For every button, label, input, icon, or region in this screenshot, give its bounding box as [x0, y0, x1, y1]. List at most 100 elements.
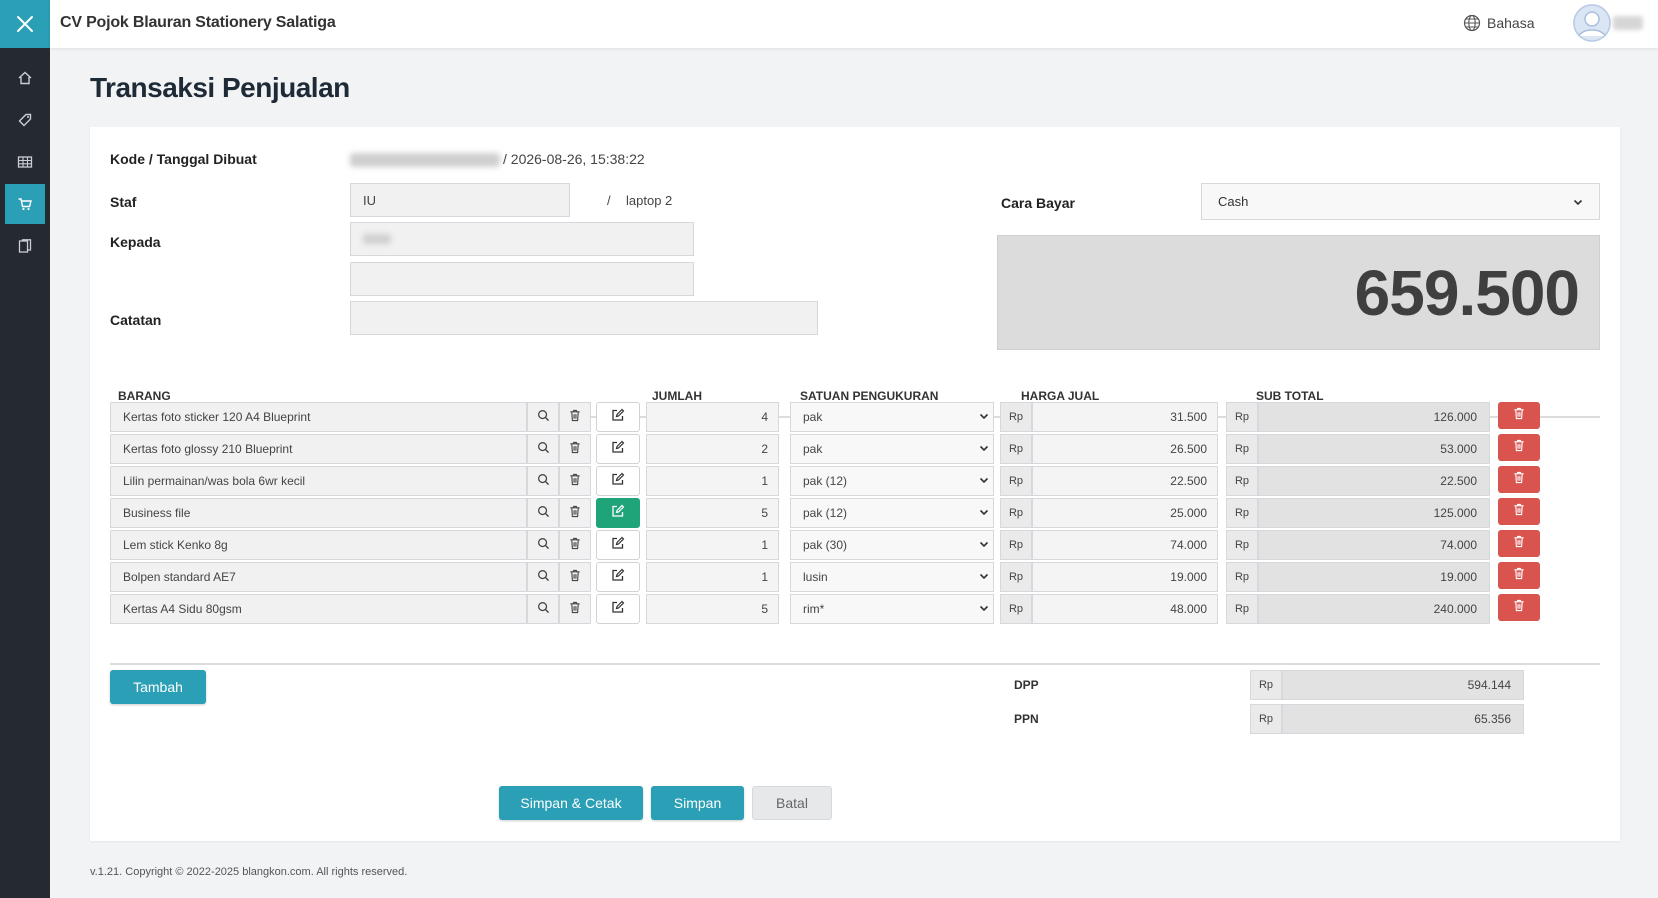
edit-item-button[interactable] [596, 466, 640, 496]
price-input[interactable]: 19.000 [1032, 562, 1218, 592]
item-name-field[interactable]: Lilin permainan/was bola 6wr kecil [110, 466, 527, 496]
clear-item-button[interactable] [559, 466, 591, 496]
kepada-extra-field[interactable] [350, 262, 694, 296]
search-item-button[interactable] [527, 434, 559, 464]
edit-item-button[interactable] [596, 530, 640, 560]
simpan-button[interactable]: Simpan [651, 786, 744, 820]
quantity-input[interactable]: 1 [646, 466, 779, 496]
sales-form-card: Kode / Tanggal Dibuat / 2026-08-26, 15:3… [90, 127, 1620, 841]
edit-item-button[interactable] [596, 594, 640, 624]
search-item-button[interactable] [527, 530, 559, 560]
edit-icon [611, 600, 625, 619]
delete-row-button[interactable] [1498, 594, 1540, 621]
unit-select[interactable]: rim* [790, 594, 994, 624]
chevron-down-icon [979, 506, 989, 520]
item-name-field[interactable]: Kertas foto glossy 210 Blueprint [110, 434, 527, 464]
unit-select[interactable]: pak [790, 402, 994, 432]
trash-icon [569, 409, 581, 425]
item-name: Kertas foto glossy 210 Blueprint [123, 442, 293, 456]
language-selector[interactable]: Bahasa [1463, 14, 1534, 32]
close-sidebar-button[interactable] [0, 0, 50, 48]
sidebar-item-home[interactable] [5, 58, 45, 98]
delete-row-button[interactable] [1498, 530, 1540, 557]
price-input[interactable]: 31.500 [1032, 402, 1218, 432]
sidebar-item-table[interactable] [5, 142, 45, 182]
sidebar-item-tag[interactable] [5, 100, 45, 140]
clear-item-button[interactable] [559, 594, 591, 624]
price-input[interactable]: 26.500 [1032, 434, 1218, 464]
unit-select[interactable]: pak (12) [790, 498, 994, 528]
edit-item-button[interactable] [596, 434, 640, 464]
batal-button[interactable]: Batal [752, 786, 832, 820]
price-currency: Rp [1000, 562, 1032, 592]
search-item-button[interactable] [527, 402, 559, 432]
item-name-field[interactable]: Bolpen standard AE7 [110, 562, 527, 592]
subtotal-currency: Rp [1226, 402, 1258, 432]
quantity-input[interactable]: 1 [646, 562, 779, 592]
grand-total: 659.500 [1354, 256, 1580, 329]
unit-select[interactable]: pak (12) [790, 466, 994, 496]
edit-icon [611, 504, 625, 523]
footer: v.1.21. Copyright © 2022-2025 blangkon.c… [90, 866, 408, 878]
quantity-input[interactable]: 5 [646, 594, 779, 624]
edit-item-button[interactable] [596, 402, 640, 432]
price-input[interactable]: 74.000 [1032, 530, 1218, 560]
quantity-input[interactable]: 4 [646, 402, 779, 432]
sidebar-item-sales[interactable] [5, 184, 45, 224]
quantity-input[interactable]: 5 [646, 498, 779, 528]
clear-item-button[interactable] [559, 530, 591, 560]
table-row: Kertas A4 Sidu 80gsm 5 rim* Rp 48.000 Rp 240.0… [90, 594, 1620, 624]
chevron-down-icon [979, 602, 989, 616]
edit-icon [611, 472, 625, 491]
trash-icon [569, 441, 581, 457]
edit-icon [611, 568, 625, 587]
avatar[interactable] [1573, 4, 1611, 42]
cara-bayar-select[interactable]: Cash [1201, 183, 1600, 220]
price-input[interactable]: 48.000 [1032, 594, 1218, 624]
trash-icon [569, 537, 581, 553]
clear-item-button[interactable] [559, 498, 591, 528]
chevron-down-icon [979, 538, 989, 552]
globe-icon [1463, 14, 1481, 32]
delete-row-button[interactable] [1498, 466, 1540, 493]
catatan-label: Catatan [110, 312, 162, 328]
catatan-field[interactable] [350, 301, 818, 335]
delete-row-button[interactable] [1498, 434, 1540, 461]
item-name-field[interactable]: Business file [110, 498, 527, 528]
quantity-input[interactable]: 2 [646, 434, 779, 464]
edit-item-button[interactable] [596, 562, 640, 592]
search-item-button[interactable] [527, 498, 559, 528]
tambah-button[interactable]: Tambah [110, 670, 206, 704]
delete-row-button[interactable] [1498, 402, 1540, 429]
trash-icon [569, 505, 581, 521]
clear-item-button[interactable] [559, 434, 591, 464]
search-item-button[interactable] [527, 466, 559, 496]
edit-item-button[interactable] [596, 498, 640, 528]
simpan-cetak-button[interactable]: Simpan & Cetak [499, 786, 643, 820]
clear-item-button[interactable] [559, 402, 591, 432]
page-title: Transaksi Penjualan [90, 72, 350, 103]
kepada-field[interactable] [350, 222, 694, 256]
search-icon [537, 441, 550, 457]
customer-name-redacted [363, 234, 391, 244]
item-name: Business file [123, 506, 191, 520]
sidebar-item-report[interactable] [5, 226, 45, 266]
trash-icon [1513, 535, 1525, 553]
search-item-button[interactable] [527, 594, 559, 624]
item-name-field[interactable]: Lem stick Kenko 8g [110, 530, 527, 560]
item-name-field[interactable]: Kertas A4 Sidu 80gsm [110, 594, 527, 624]
table-row: Kertas foto sticker 120 A4 Blueprint 4 pak… [90, 402, 1620, 432]
quantity-input[interactable]: 1 [646, 530, 779, 560]
unit-select[interactable]: pak [790, 434, 994, 464]
search-item-button[interactable] [527, 562, 559, 592]
item-name-field[interactable]: Kertas foto sticker 120 A4 Blueprint [110, 402, 527, 432]
price-input[interactable]: 25.000 [1032, 498, 1218, 528]
unit-select[interactable]: lusin [790, 562, 994, 592]
price-input[interactable]: 22.500 [1032, 466, 1218, 496]
unit-select[interactable]: pak (30) [790, 530, 994, 560]
delete-row-button[interactable] [1498, 562, 1540, 589]
delete-row-button[interactable] [1498, 498, 1540, 525]
table-icon [17, 156, 33, 168]
staf-field[interactable]: IU [350, 183, 570, 217]
clear-item-button[interactable] [559, 562, 591, 592]
